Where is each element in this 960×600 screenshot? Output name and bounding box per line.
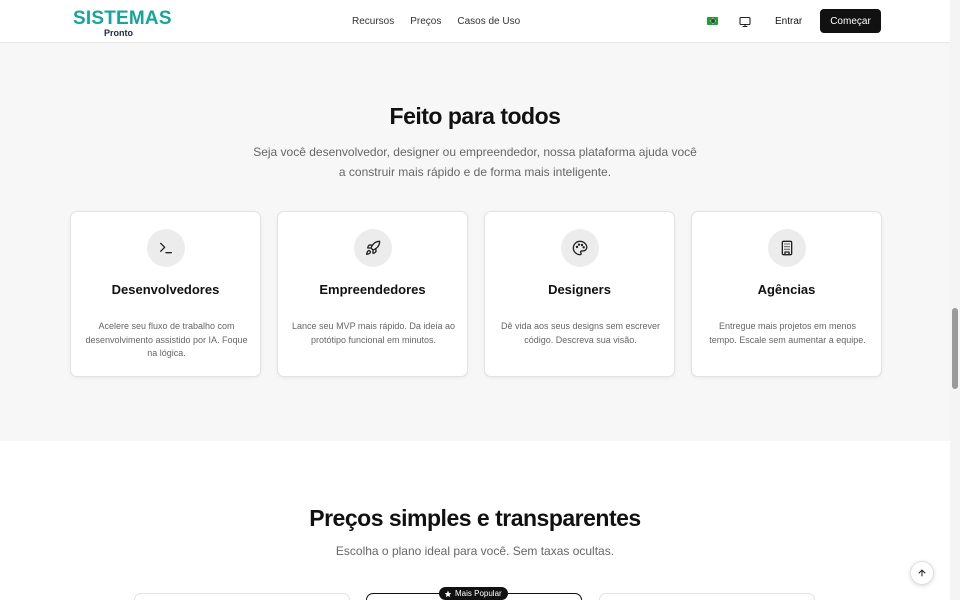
brazil-flag-icon[interactable] xyxy=(707,17,718,25)
audience-card-developers: Desenvolvedores Acelere seu fluxo de tra… xyxy=(70,211,261,377)
card-description: Acelere seu fluxo de trabalho com desenv… xyxy=(85,321,248,358)
audience-title: Feito para todos xyxy=(389,103,561,129)
nav-link-precos[interactable]: Preços xyxy=(410,16,441,27)
card-description: Lance seu MVP mais rápido. Da ideia ao p… xyxy=(292,321,455,345)
main-nav: Recursos Preços Casos de Uso xyxy=(352,16,520,27)
scroll-to-top-button[interactable] xyxy=(910,561,934,585)
popular-badge-label: Mais Popular xyxy=(455,589,502,598)
card-title: Desenvolvedores xyxy=(111,282,220,297)
audience-subtitle: Seja você desenvolvedor, designer ou emp… xyxy=(253,145,697,179)
pricing-card-advanced xyxy=(599,593,815,600)
building-icon xyxy=(768,229,806,267)
card-description: Dê vida aos seus designs sem escrever có… xyxy=(500,321,661,345)
star-icon xyxy=(444,590,452,597)
get-started-button[interactable]: Começar xyxy=(820,9,881,33)
pricing-title: Preços simples e transparentes xyxy=(309,505,641,531)
audience-card-entrepreneurs: Empreendedores Lance seu MVP mais rápido… xyxy=(277,211,468,377)
monitor-icon[interactable] xyxy=(739,15,751,28)
card-description: Entregue mais projetos em menos tempo. E… xyxy=(709,321,866,345)
scrollbar-track[interactable] xyxy=(950,0,960,600)
scrollbar-thumb[interactable] xyxy=(952,308,958,389)
top-navbar: SISTEMAS Pronto Recursos Preços Casos de… xyxy=(0,0,950,43)
nav-link-recursos[interactable]: Recursos xyxy=(352,16,394,27)
pricing-card-basic xyxy=(134,593,350,600)
logo[interactable]: SISTEMAS Pronto xyxy=(73,8,172,38)
terminal-icon xyxy=(147,229,185,267)
card-title: Agências xyxy=(757,282,816,297)
pricing-subtitle: Escolha o plano ideal para você. Sem tax… xyxy=(335,544,615,558)
audience-card-agencies: Agências Entregue mais projetos em menos… xyxy=(691,211,882,377)
audience-card-designers: Designers Dê vida aos seus designs sem e… xyxy=(484,211,675,377)
card-title: Empreendedores xyxy=(319,282,426,297)
palette-icon xyxy=(561,229,599,267)
logo-subtext: Pronto xyxy=(104,28,133,38)
rocket-icon xyxy=(354,229,392,267)
arrow-up-icon xyxy=(918,569,926,577)
card-title: Designers xyxy=(548,282,611,297)
login-button[interactable]: Entrar xyxy=(766,9,811,33)
popular-badge: Mais Popular xyxy=(439,587,508,600)
logo-text: SISTEMAS xyxy=(73,8,172,29)
nav-link-casos-de-uso[interactable]: Casos de Uso xyxy=(457,16,520,27)
